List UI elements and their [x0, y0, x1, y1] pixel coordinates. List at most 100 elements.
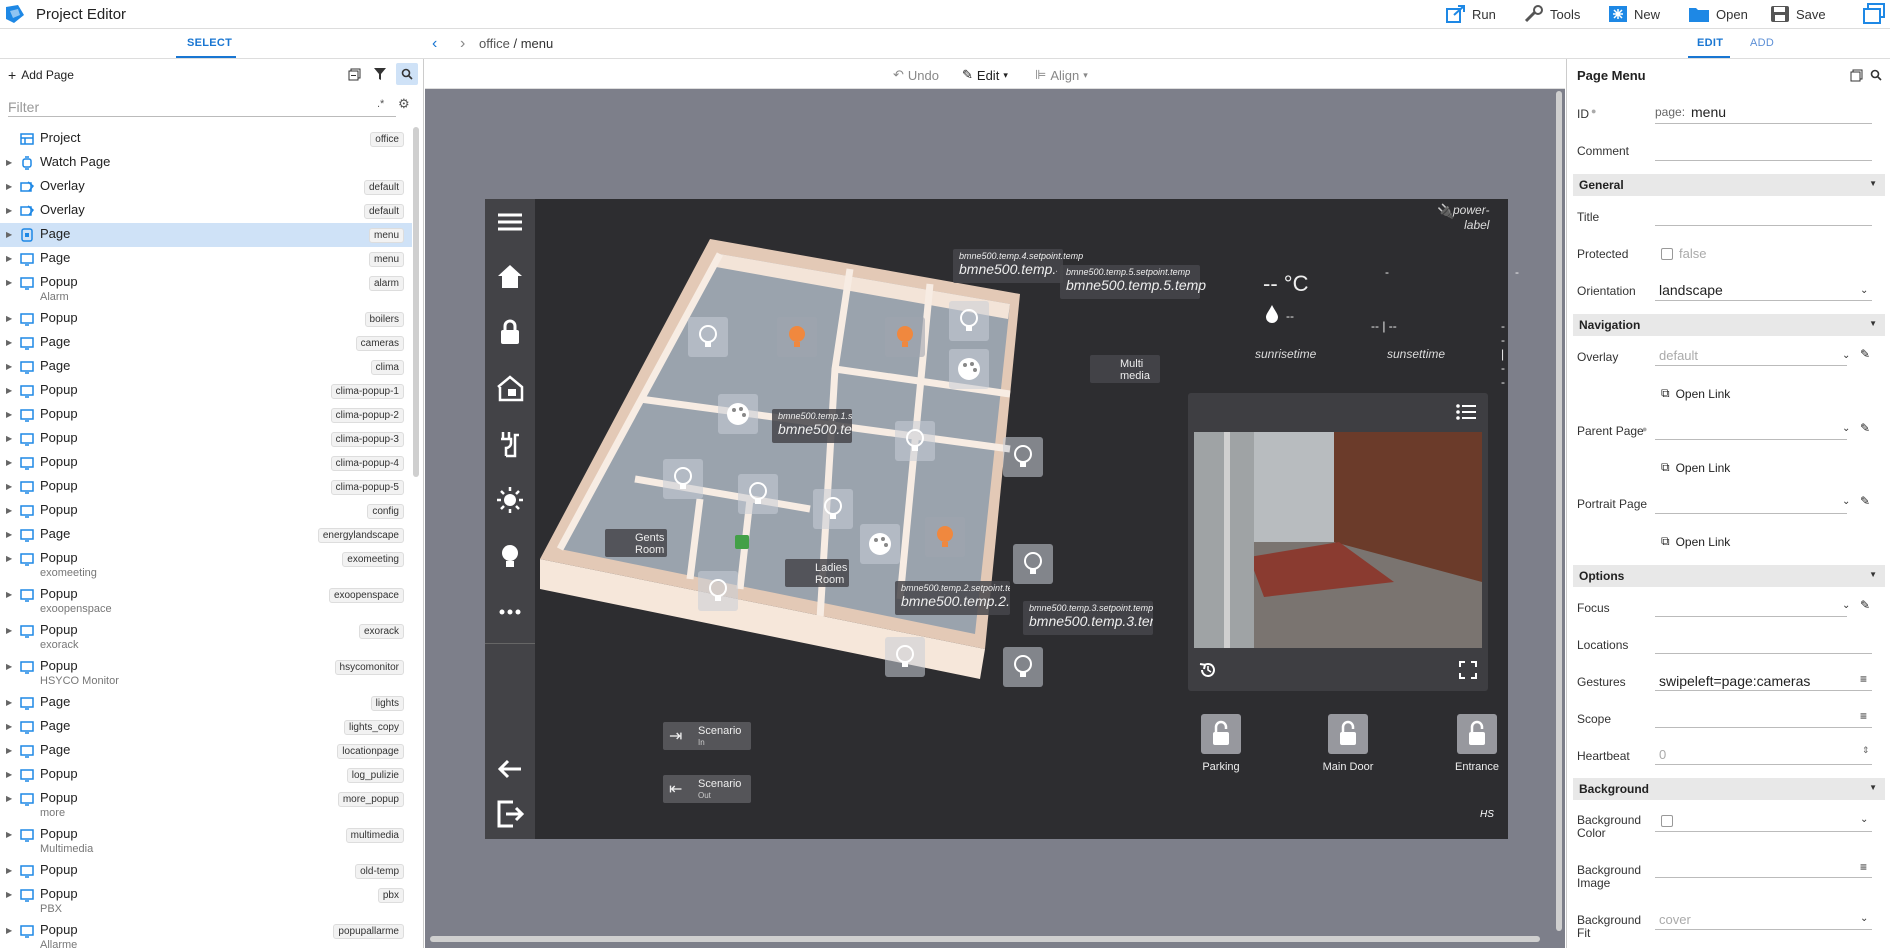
plug-icon[interactable] — [495, 429, 525, 459]
ladies-room-label[interactable]: Ladies Room — [785, 559, 849, 587]
light-bulb-icon[interactable] — [495, 541, 525, 571]
temp1-widget[interactable]: bmne500.temp.1.setpoint.temp bmne500.tem… — [772, 409, 852, 443]
temp4-widget[interactable]: bmne500.temp.4.setpoint.temp bmne500.tem… — [953, 249, 1083, 283]
pencil-icon[interactable]: ✎ — [1860, 421, 1870, 435]
lamp-tile[interactable] — [698, 571, 738, 611]
breadcrumb-project[interactable]: office — [479, 36, 510, 51]
lamp-tile[interactable] — [949, 301, 989, 341]
palette-tile[interactable] — [949, 349, 989, 389]
more-dots-icon[interactable] — [495, 597, 525, 627]
chevron-down-icon[interactable]: ⌄ — [1842, 600, 1850, 611]
pencil-icon[interactable]: ✎ — [1860, 347, 1870, 361]
general-section[interactable]: General ▼ — [1573, 174, 1885, 196]
tree-row[interactable]: ▶ Page menu — [0, 247, 412, 271]
edit-text-icon[interactable]: ≡ — [1860, 709, 1867, 723]
expand-arrow-icon[interactable]: ▶ — [6, 770, 16, 779]
chevron-down-icon[interactable]: ⌄ — [1842, 496, 1850, 507]
bgfit-select[interactable]: cover — [1659, 912, 1691, 927]
locations-field[interactable] — [1655, 653, 1872, 654]
hamburger-menu-icon[interactable] — [495, 207, 525, 237]
tree-row[interactable]: ▶ Popup exorack exorack — [0, 619, 412, 655]
lamp-tile[interactable] — [1003, 437, 1043, 477]
gents-room-label[interactable]: Gents Room — [605, 529, 667, 557]
expand-arrow-icon[interactable]: ▶ — [6, 866, 16, 875]
tree-row[interactable]: ▶ Page lights — [0, 691, 412, 715]
stepper-icon[interactable]: ⇕ — [1862, 745, 1870, 756]
tree-row[interactable]: ▶ Popup Multimedia multimedia — [0, 823, 412, 859]
bgimage-field[interactable] — [1655, 877, 1872, 878]
expand-arrow-icon[interactable]: ▶ — [6, 338, 16, 347]
lamp-tile[interactable] — [663, 459, 703, 499]
comment-field[interactable] — [1655, 160, 1872, 161]
align-menu-button[interactable]: ⊫ Align ▾ — [1035, 67, 1088, 83]
expand-arrow-icon[interactable]: ▶ — [6, 590, 16, 599]
vertical-scrollbar[interactable] — [1556, 91, 1562, 931]
tree-row[interactable]: ▶ Page menu — [0, 223, 412, 247]
expand-arrow-icon[interactable]: ▶ — [6, 794, 16, 803]
scope-field[interactable] — [1655, 727, 1872, 728]
filter-input[interactable] — [8, 97, 396, 117]
lamp-tile-on[interactable] — [925, 517, 965, 557]
tree-row[interactable]: ▶ Overlay default — [0, 175, 412, 199]
chevron-down-icon[interactable]: ⌄ — [1860, 814, 1868, 825]
options-section[interactable]: Options ▼ — [1573, 565, 1885, 587]
home-icon[interactable] — [495, 261, 525, 291]
lamp-tile[interactable] — [1003, 647, 1043, 687]
save-button[interactable]: Save — [1770, 4, 1826, 24]
tree-row[interactable]: ▶ Popup clima-popup-3 — [0, 427, 412, 451]
lamp-tile[interactable] — [1013, 544, 1053, 584]
multimedia-label[interactable]: Multi media — [1090, 355, 1160, 383]
search-icon[interactable] — [1870, 69, 1882, 81]
tree-row[interactable]: ▶ Popup exoopenspace exoopenspace — [0, 583, 412, 619]
expand-arrow-icon[interactable]: ▶ — [6, 458, 16, 467]
lamp-tile[interactable] — [688, 317, 728, 357]
expand-arrow-icon[interactable]: ▶ — [6, 926, 16, 935]
new-button[interactable]: New — [1608, 4, 1660, 24]
tree-row[interactable]: ▶ Popup Allarme popupallarme — [0, 919, 412, 948]
orientation-select[interactable]: landscape — [1659, 282, 1723, 298]
lamp-tile-on[interactable] — [777, 317, 817, 357]
tab-select[interactable]: SELECT — [187, 37, 232, 49]
tree-row[interactable]: ▶ Popup clima-popup-2 — [0, 403, 412, 427]
scenario-in-button[interactable]: ⇥ Scenario In — [663, 722, 751, 750]
filter-icon[interactable] — [374, 68, 386, 81]
expand-arrow-icon[interactable]: ▶ — [6, 386, 16, 395]
bgcolor-swatch[interactable] — [1661, 815, 1673, 827]
tools-button[interactable]: Tools — [1524, 4, 1580, 24]
parent-open-link[interactable]: ⧉ Open Link — [1661, 460, 1730, 475]
tab-add[interactable]: ADD — [1750, 37, 1774, 49]
add-page-button[interactable]: + Add Page — [8, 67, 74, 83]
page-canvas[interactable]: Gents Room Ladies Room Multi media bmne5… — [485, 199, 1519, 839]
palette-tile[interactable] — [860, 524, 900, 564]
brightness-icon[interactable] — [495, 485, 525, 515]
expand-arrow-icon[interactable]: ▶ — [6, 746, 16, 755]
expand-arrow-icon[interactable]: ▶ — [6, 158, 16, 167]
expand-arrow-icon[interactable]: ▶ — [6, 482, 16, 491]
tree-row[interactable]: ▶ Page cameras — [0, 331, 412, 355]
expand-arrow-icon[interactable]: ▶ — [6, 362, 16, 371]
expand-arrow-icon[interactable]: ▶ — [6, 182, 16, 191]
chevron-down-icon[interactable]: ⌄ — [1860, 913, 1868, 924]
logout-icon[interactable] — [495, 799, 525, 829]
expand-arrow-icon[interactable]: ▶ — [6, 554, 16, 563]
clone-icon[interactable] — [1850, 69, 1863, 82]
heartbeat-input[interactable]: 0 — [1659, 747, 1666, 762]
search-toggle-button[interactable] — [396, 63, 418, 85]
lamp-tile[interactable] — [738, 474, 778, 514]
lamp-tile-on[interactable] — [885, 317, 925, 357]
expand-arrow-icon[interactable]: ▶ — [6, 830, 16, 839]
chevron-down-icon[interactable]: ⌄ — [1842, 350, 1850, 361]
expand-arrow-icon[interactable]: ▶ — [6, 254, 16, 263]
portrait-open-link[interactable]: ⧉ Open Link — [1661, 534, 1730, 549]
tree-row[interactable]: ▶ Popup PBX pbx — [0, 883, 412, 919]
back-arrow-icon[interactable]: ‹ — [432, 35, 437, 53]
temp3-widget[interactable]: bmne500.temp.3.setpoint.temp bmne500.tem… — [1023, 601, 1153, 635]
expand-arrow-icon[interactable]: ▶ — [6, 662, 16, 671]
expand-arrow-icon[interactable]: ▶ — [6, 530, 16, 539]
tree-row[interactable]: ▶ Page clima — [0, 355, 412, 379]
window-icon[interactable] — [1862, 3, 1886, 25]
chevron-down-icon[interactable]: ⌄ — [1860, 285, 1868, 296]
fullscreen-icon[interactable] — [1458, 660, 1478, 680]
id-input[interactable]: menu — [1691, 104, 1726, 120]
gestures-input[interactable]: swipeleft=page:cameras — [1659, 673, 1810, 689]
